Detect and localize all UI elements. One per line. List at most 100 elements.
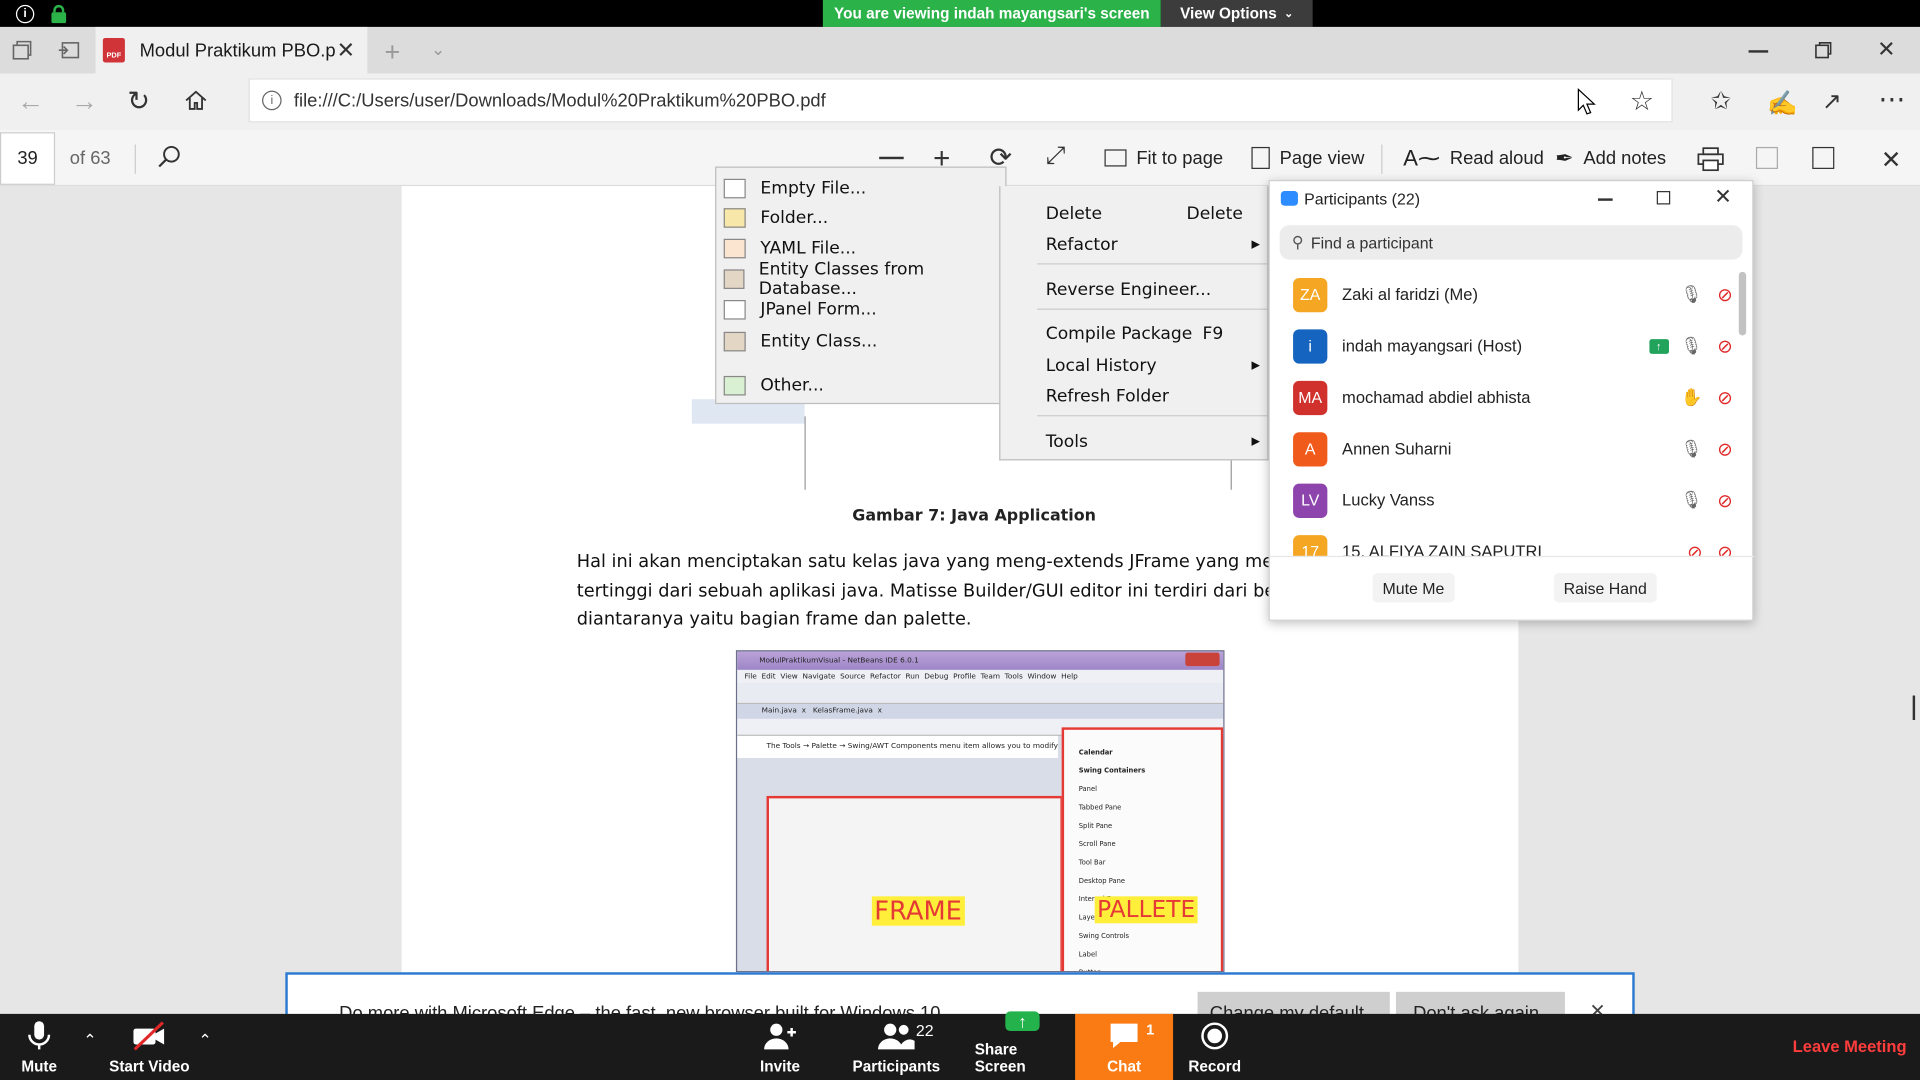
entity-icon: [723, 268, 745, 289]
participant-row[interactable]: MA mochamad abdiel abhista ✋ ⊘: [1270, 372, 1741, 422]
pen-icon[interactable]: ✍: [1767, 88, 1797, 119]
close-window-icon[interactable]: ✕: [1877, 37, 1895, 63]
participant-row[interactable]: A Annen Suharni 🎙 ⊘: [1270, 424, 1741, 474]
search-icon[interactable]: [157, 144, 181, 168]
participant-list: ZA Zaki al faridzi (Me) 🎙 ⊘ i indah maya…: [1270, 269, 1741, 556]
video-off-icon[interactable]: ⊘: [1717, 489, 1732, 511]
save-icon[interactable]: [1755, 146, 1778, 169]
scroll-indicator[interactable]: [1912, 695, 1916, 721]
restore-icon[interactable]: [1815, 42, 1832, 59]
video-off-icon[interactable]: ⊘: [1717, 283, 1732, 306]
refresh-icon[interactable]: ↻: [127, 86, 150, 118]
mouse-cursor-icon: [1577, 87, 1597, 115]
minimize-icon[interactable]: [1748, 50, 1769, 53]
zoom-logo-icon: [1280, 191, 1298, 206]
url-text[interactable]: file:///C:/Users/user/Downloads/Modul%20…: [294, 90, 826, 111]
participants-count: 22: [915, 1021, 934, 1040]
mute-button[interactable]: Mute: [12, 1014, 66, 1080]
address-bar[interactable]: i file:///C:/Users/user/Downloads/Modul%…: [248, 78, 1673, 123]
participant-row[interactable]: LV Lucky Vanss 🎙 ⊘: [1270, 475, 1741, 525]
add-notes-button[interactable]: ✒ Add notes: [1555, 130, 1666, 186]
leave-meeting-button[interactable]: Leave Meeting: [1793, 1037, 1907, 1055]
favorites-hub-icon[interactable]: ✩: [1711, 86, 1732, 117]
palette-item: Desktop Pane: [1078, 877, 1126, 886]
page-count: of 63: [69, 148, 111, 169]
new-menu-item: JPanel Form...: [760, 299, 877, 319]
microphone-icon[interactable]: 🎙: [1681, 284, 1703, 305]
add-notes-label: Add notes: [1583, 147, 1667, 169]
share-screen-button[interactable]: ↑ Share Screen: [974, 1011, 1071, 1080]
chevron-up-icon[interactable]: ⌃: [83, 1031, 96, 1051]
microphone-icon[interactable]: 🎙: [1681, 336, 1703, 357]
raise-hand-button[interactable]: Raise Hand: [1553, 573, 1657, 603]
favorite-star-icon[interactable]: ☆: [1630, 86, 1654, 118]
mute-me-button[interactable]: Mute Me: [1372, 573, 1455, 603]
view-options-label: View Options: [1180, 4, 1277, 23]
tab-manager-icon[interactable]: [12, 40, 32, 60]
set-tabs-aside-icon[interactable]: [58, 40, 80, 60]
record-button[interactable]: Record: [1188, 1014, 1242, 1080]
forward-arrow-icon[interactable]: →: [71, 86, 98, 118]
more-icon[interactable]: ⋯: [1878, 83, 1905, 115]
back-arrow-icon[interactable]: ←: [17, 86, 44, 118]
print-icon[interactable]: [1697, 147, 1724, 172]
info-icon[interactable]: i: [15, 4, 35, 24]
submenu-arrow-icon: ▶: [1251, 238, 1261, 251]
context-menu: Delete Delete Refactor ▶ Reverse Engineer.…: [999, 186, 1269, 461]
chat-button[interactable]: Chat: [1075, 1014, 1173, 1080]
start-video-button[interactable]: Start Video: [108, 1014, 191, 1080]
avatar: MA: [1293, 380, 1328, 415]
new-menu-item: Empty File...: [760, 178, 867, 198]
avatar: i: [1293, 328, 1328, 364]
microphone-icon[interactable]: 🎙: [1681, 490, 1703, 511]
close-icon[interactable]: ✕: [1714, 185, 1731, 209]
palette-item: Swing Containers: [1078, 767, 1146, 776]
video-off-icon[interactable]: ⊘: [1717, 386, 1732, 409]
paragraph-line: Hal ini akan menciptakan satu kelas java…: [576, 552, 1269, 572]
record-label: Record: [1188, 1057, 1242, 1076]
read-aloud-button[interactable]: A⁓ Read aloud: [1403, 130, 1544, 186]
new-menu-item: Other...: [760, 375, 824, 395]
page-number-input[interactable]: 39: [0, 132, 56, 185]
other-icon: [723, 375, 746, 395]
zoom-out-icon[interactable]: [879, 156, 904, 160]
fullscreen-icon[interactable]: ⤢: [1046, 142, 1066, 170]
tab-pdf[interactable]: PDF Modul Praktikum PBO.p ✕: [95, 26, 368, 74]
chevron-down-icon[interactable]: ⌄: [431, 39, 445, 60]
participant-row[interactable]: 17 15. ALFIYA ZAIN SAPUTRI ⊘ ⊘: [1270, 527, 1741, 556]
info-icon[interactable]: i: [262, 90, 282, 111]
close-tab-icon[interactable]: ✕: [337, 37, 355, 63]
ide-title: ModulPraktikumVisual - NetBeans IDE 6.0.…: [759, 656, 919, 665]
mic-muted-icon[interactable]: ⊘: [1687, 541, 1702, 556]
save-as-icon[interactable]: [1812, 146, 1835, 169]
video-off-icon[interactable]: ⊘: [1717, 335, 1732, 357]
file-icon: [723, 178, 746, 198]
participant-row[interactable]: ZA Zaki al faridzi (Me) 🎙 ⊘: [1270, 269, 1741, 319]
video-off-icon[interactable]: ⊘: [1717, 438, 1732, 460]
unpin-icon[interactable]: ✕: [1881, 144, 1902, 175]
new-menu-item: Entity Class...: [760, 331, 878, 351]
page-view-button[interactable]: Page view: [1251, 130, 1364, 186]
participant-row[interactable]: i indah mayangsari (Host) ↑ 🎙 ⊘: [1270, 321, 1741, 371]
scrollbar-thumb[interactable]: [1738, 271, 1747, 336]
microphone-icon[interactable]: 🎙: [1681, 438, 1703, 459]
share-screen-label: Share Screen: [974, 1040, 1026, 1076]
start-video-label: Start Video: [109, 1057, 190, 1076]
chat-badge: 1: [1146, 1021, 1155, 1039]
home-icon[interactable]: [184, 88, 208, 112]
view-options-button[interactable]: View Options ⌄: [1160, 0, 1313, 27]
netbeans-screenshot: ModulPraktikumVisual - NetBeans IDE 6.0.…: [735, 650, 1225, 973]
minimize-icon[interactable]: [1597, 198, 1613, 201]
page-view-icon: [1251, 146, 1270, 169]
fit-to-page-button[interactable]: Fit to page: [1104, 130, 1223, 186]
participant-name: mochamad abdiel abhista: [1342, 388, 1531, 407]
palette-item: Panel: [1078, 786, 1097, 794]
chevron-up-icon[interactable]: ⌃: [198, 1031, 211, 1051]
video-off-icon[interactable]: ⊘: [1717, 541, 1732, 556]
invite-button[interactable]: Invite: [752, 1014, 808, 1080]
share-icon[interactable]: ↗: [1822, 88, 1841, 116]
viewing-screen-label: You are viewing indah mayangsari's scree…: [822, 0, 1161, 27]
new-tab-icon[interactable]: +: [384, 37, 400, 69]
participant-search-input[interactable]: ⚲ Find a participant: [1279, 225, 1743, 260]
maximize-icon[interactable]: [1656, 191, 1671, 205]
